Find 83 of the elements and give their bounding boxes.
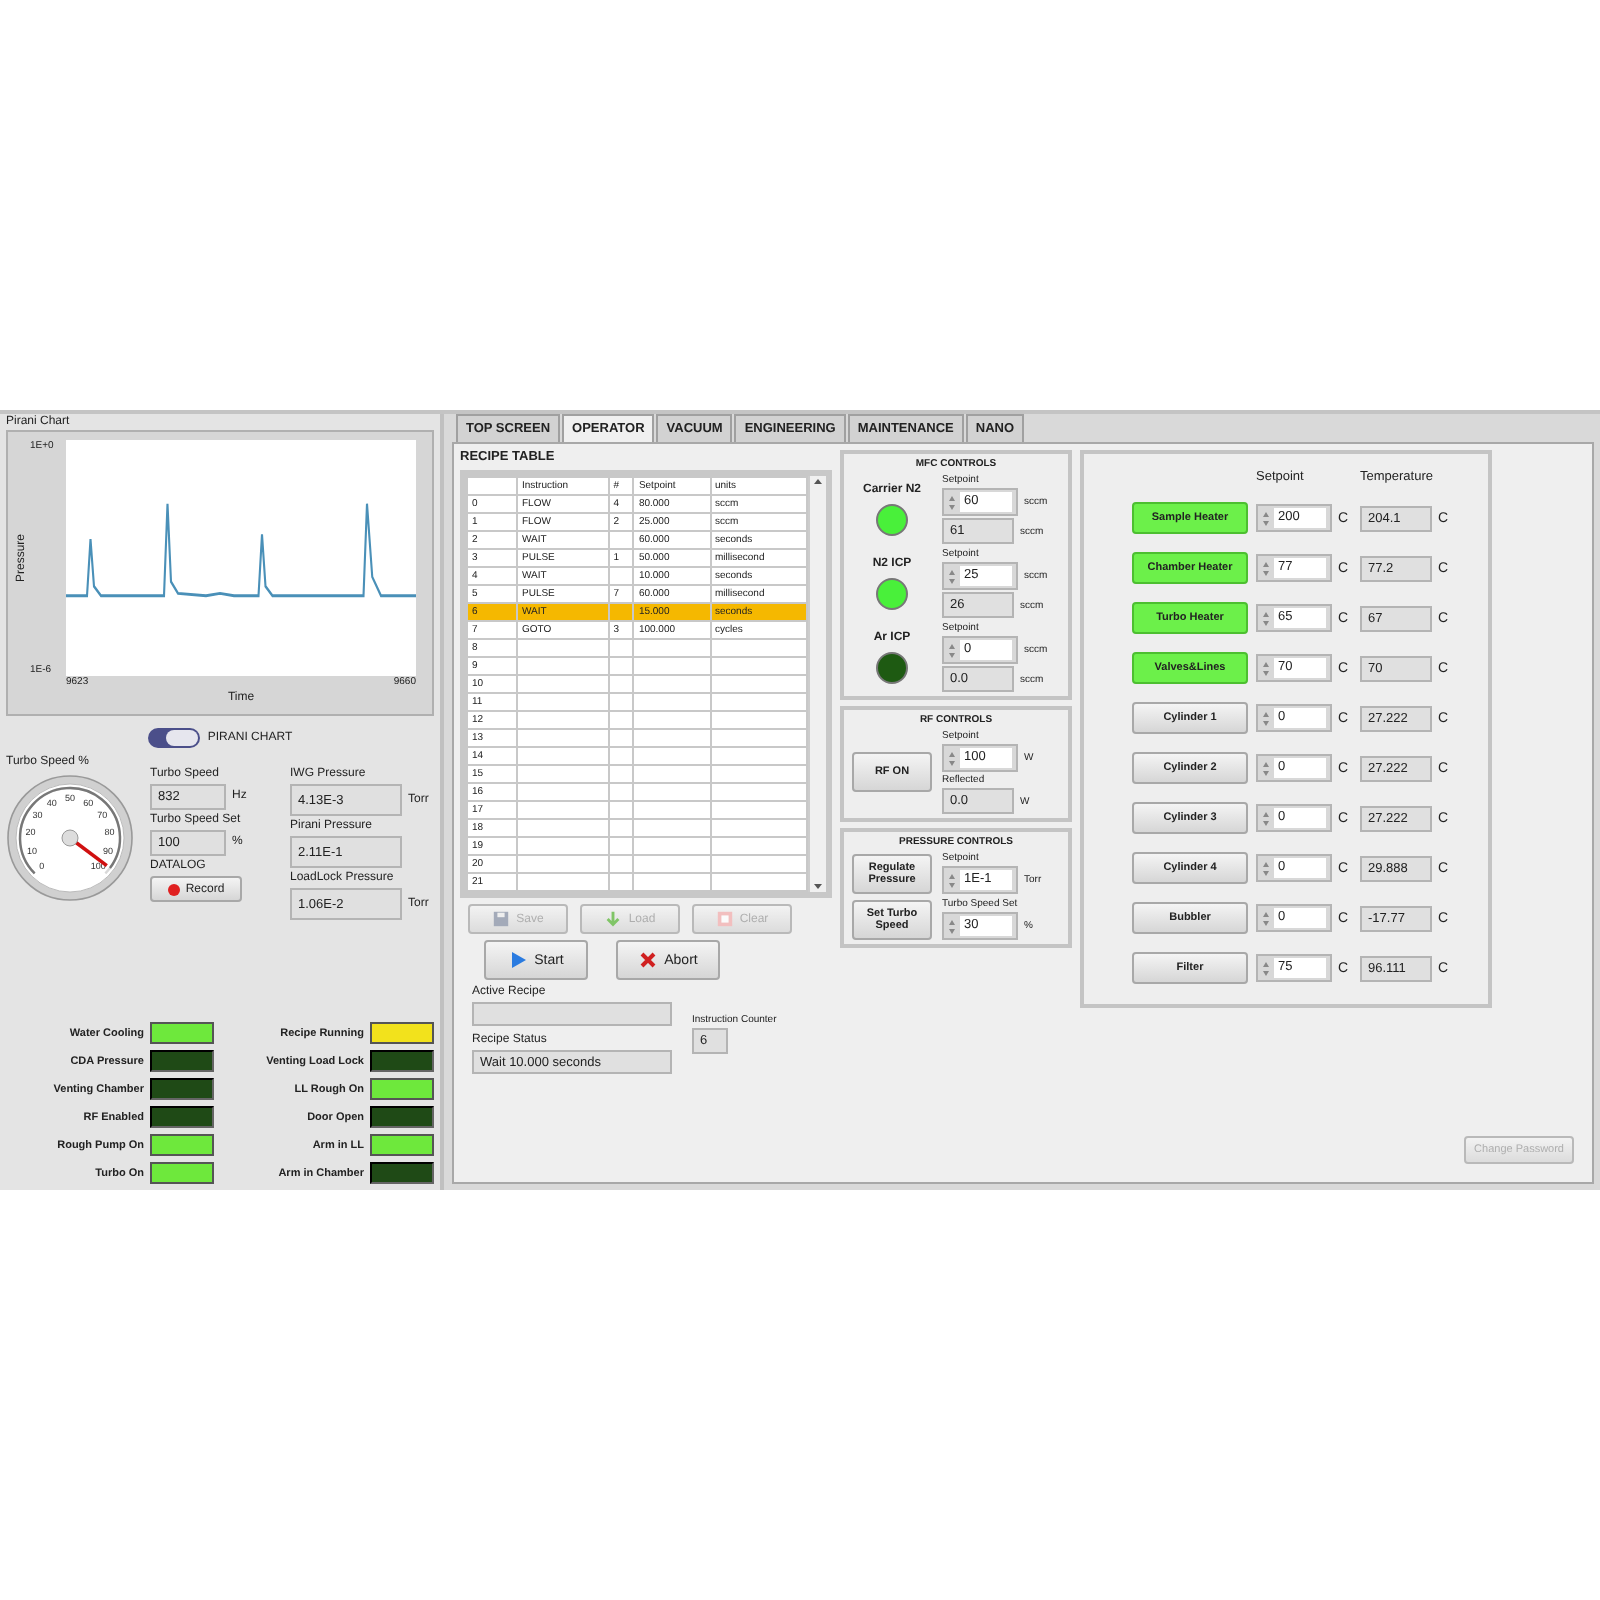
spinner-icon[interactable] (948, 641, 956, 659)
table-cell (608, 531, 634, 549)
table-cell (633, 729, 710, 747)
spinner-icon[interactable] (1262, 509, 1270, 527)
table-cell (710, 657, 807, 675)
table-cell (608, 783, 634, 801)
table-cell (608, 675, 634, 693)
scrollbar[interactable] (808, 476, 826, 892)
spinner-icon[interactable] (1262, 659, 1270, 677)
table-cell (608, 729, 634, 747)
table-cell (517, 657, 609, 675)
spinner-icon[interactable] (1262, 959, 1270, 977)
down-arrow-icon (604, 910, 623, 928)
scroll-up-icon[interactable] (812, 476, 824, 488)
table-cell (710, 711, 807, 729)
table-cell (608, 657, 634, 675)
record-dot-icon (167, 883, 180, 895)
spinner-icon[interactable] (948, 493, 956, 511)
table-cell (710, 675, 807, 693)
table-cell (633, 783, 710, 801)
table-cell (710, 837, 807, 855)
table-cell (608, 747, 634, 765)
spinner-icon[interactable] (1262, 709, 1270, 727)
table-cell (517, 639, 609, 657)
table-cell (517, 783, 609, 801)
table-cell (633, 639, 710, 657)
table-cell (608, 693, 634, 711)
table-cell (633, 765, 710, 783)
table-cell (710, 855, 807, 873)
spinner-icon[interactable] (1262, 859, 1270, 877)
clear-icon (715, 910, 734, 928)
scroll-down-icon[interactable] (812, 880, 824, 892)
table-cell (517, 855, 609, 873)
table-cell (633, 855, 710, 873)
table-cell (608, 873, 634, 891)
table-cell (633, 693, 710, 711)
table-cell (633, 747, 710, 765)
table-cell (517, 837, 609, 855)
table-cell (608, 801, 634, 819)
table-cell (710, 873, 807, 891)
table-cell (517, 675, 609, 693)
table-cell (633, 675, 710, 693)
table-cell (517, 693, 609, 711)
table-cell (633, 711, 710, 729)
table-cell (633, 837, 710, 855)
toggle-switch[interactable] (147, 728, 200, 748)
spinner-icon[interactable] (948, 567, 956, 585)
table-cell (517, 765, 609, 783)
table-cell (517, 729, 609, 747)
table-cell (517, 711, 609, 729)
table-cell (710, 747, 807, 765)
spinner-icon[interactable] (948, 871, 956, 889)
table-cell (608, 567, 634, 585)
spinner-icon[interactable] (1262, 759, 1270, 777)
table-cell (710, 801, 807, 819)
table-cell (517, 819, 609, 837)
table-cell (710, 639, 807, 657)
spinner-icon[interactable] (1262, 809, 1270, 827)
table-cell (608, 837, 634, 855)
table-cell (517, 747, 609, 765)
table-cell (633, 819, 710, 837)
table-cell (633, 657, 710, 675)
table-cell (608, 819, 634, 837)
table-cell (608, 765, 634, 783)
table-cell (710, 693, 807, 711)
table-cell (608, 711, 634, 729)
table-cell (517, 801, 609, 819)
table-cell (517, 873, 609, 891)
spinner-icon[interactable] (1262, 559, 1270, 577)
table-cell (608, 639, 634, 657)
spinner-icon[interactable] (1262, 609, 1270, 627)
play-icon (508, 950, 529, 970)
table-cell (633, 873, 710, 891)
table-cell (608, 855, 634, 873)
table-cell (710, 729, 807, 747)
close-icon (638, 950, 659, 970)
table-cell (710, 819, 807, 837)
spinner-icon[interactable] (1262, 909, 1270, 927)
table-cell (710, 783, 807, 801)
spinner-icon[interactable] (948, 917, 956, 935)
spinner-icon[interactable] (948, 749, 956, 767)
table-cell (710, 765, 807, 783)
table-cell (633, 801, 710, 819)
